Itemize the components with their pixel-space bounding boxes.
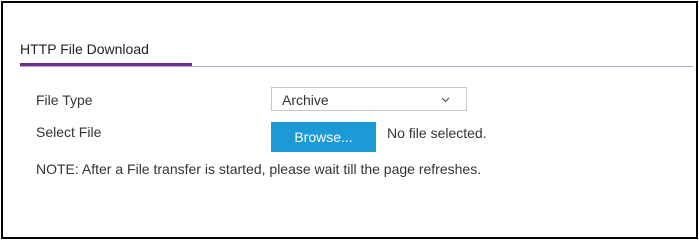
file-type-label: File Type: [36, 92, 93, 108]
chevron-down-icon: [441, 97, 450, 103]
panel-divider: [20, 66, 693, 67]
transfer-note: NOTE: After a File transfer is started, …: [36, 161, 482, 177]
browse-button[interactable]: Browse...: [271, 122, 376, 152]
file-type-selected-value: Archive: [282, 92, 329, 108]
dialog-frame: HTTP File Download File Type Archive Sel…: [1, 1, 698, 239]
file-status-text: No file selected.: [387, 125, 487, 141]
panel-title: HTTP File Download: [20, 41, 192, 66]
file-type-select[interactable]: Archive: [271, 87, 467, 111]
select-file-label: Select File: [36, 124, 102, 140]
